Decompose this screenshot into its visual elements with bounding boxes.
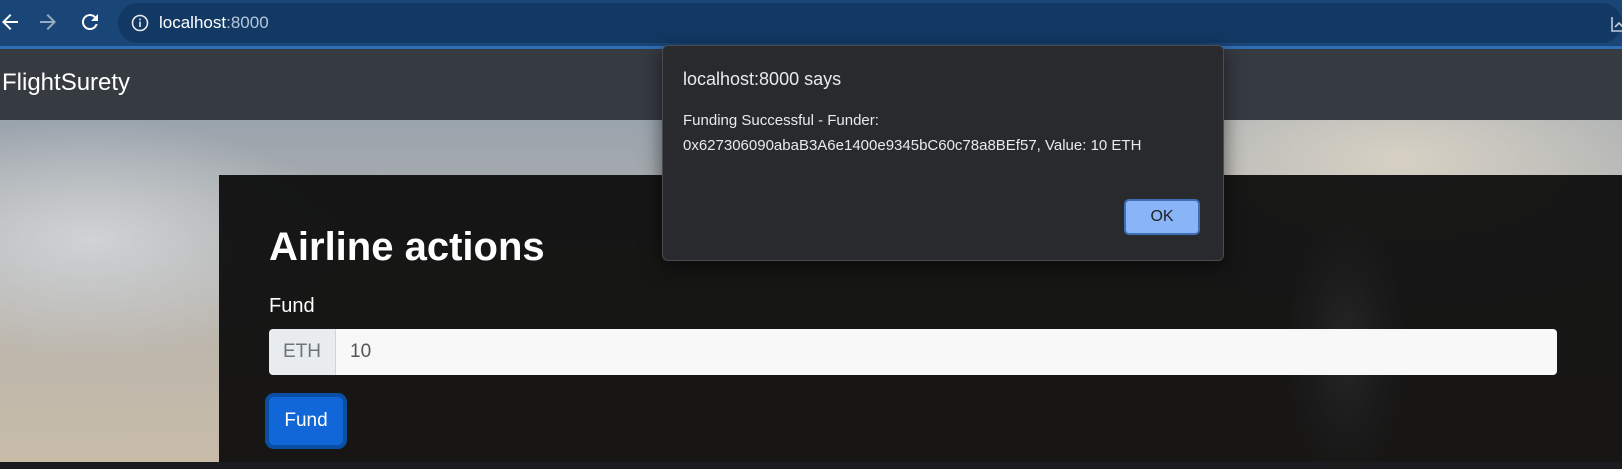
- section-title: Airline actions: [269, 225, 545, 269]
- currency-addon: ETH: [269, 329, 336, 375]
- fund-button[interactable]: Fund: [269, 397, 343, 445]
- fund-label: Fund: [269, 295, 315, 317]
- address-bar[interactable]: localhost:8000: [118, 3, 1622, 43]
- chart-icon[interactable]: [1610, 15, 1622, 33]
- brand-title[interactable]: FlightSurety: [2, 69, 130, 97]
- site-info-icon[interactable]: [130, 13, 150, 33]
- url-host: localhost: [159, 13, 227, 32]
- fund-input-group: ETH: [269, 329, 1557, 375]
- forward-arrow-icon[interactable]: [36, 10, 60, 34]
- browser-toolbar: localhost:8000: [0, 0, 1622, 49]
- dialog-message: Funding Successful - Funder: 0x627306090…: [683, 108, 1203, 158]
- reload-icon[interactable]: [78, 10, 102, 34]
- url-text: localhost:8000: [159, 13, 269, 33]
- dialog-message-line2: 0x627306090abaB3A6e1400e9345bC60c78a8BEf…: [683, 137, 1142, 154]
- fund-amount-input[interactable]: [336, 329, 1557, 375]
- ok-button[interactable]: OK: [1124, 199, 1200, 235]
- url-port: :8000: [226, 13, 269, 32]
- alert-dialog: localhost:8000 says Funding Successful -…: [662, 45, 1224, 261]
- back-arrow-icon[interactable]: [0, 10, 22, 34]
- dialog-title: localhost:8000 says: [683, 69, 842, 89]
- dialog-message-line1: Funding Successful - Funder:: [683, 112, 879, 129]
